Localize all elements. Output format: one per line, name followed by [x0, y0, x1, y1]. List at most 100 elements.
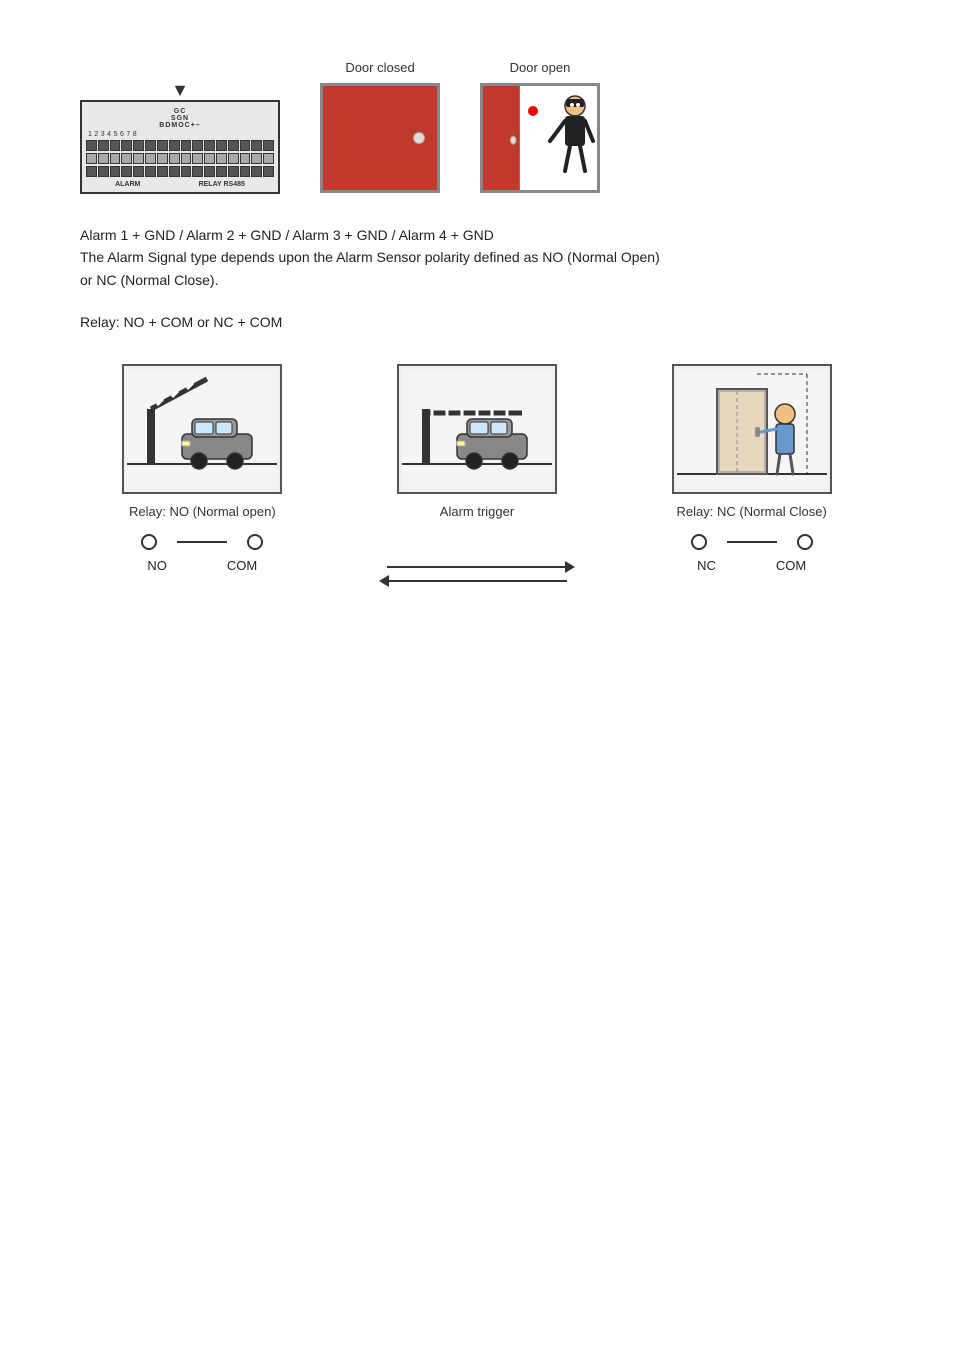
pin [86, 166, 97, 177]
pin [251, 140, 262, 151]
pin [263, 140, 274, 151]
pin [121, 166, 132, 177]
pin [181, 166, 192, 177]
pin [228, 153, 239, 164]
pin [204, 140, 215, 151]
board-numbers: 12345678 [86, 131, 274, 138]
connector-row-3 [86, 166, 274, 177]
relay-nc-circuit: NC COM [691, 534, 813, 573]
pin [86, 153, 97, 164]
board-arrow: ▼ [171, 80, 189, 101]
pin [145, 140, 156, 151]
board-bottom-labels: ALARM RELAY RS485 [86, 181, 274, 188]
diagram-alarm-trigger: Alarm trigger [355, 364, 600, 614]
diagrams-section: Relay: NO (Normal open) NO COM [80, 364, 874, 614]
circuit-labels-nc: NC COM [697, 558, 806, 573]
pin [169, 153, 180, 164]
arrow-diagram [387, 534, 567, 614]
door-closed-label: Door closed [345, 60, 414, 75]
alarm-line1: Alarm 1 + GND / Alarm 2 + GND / Alarm 3 … [80, 224, 874, 246]
circuit-line-nc [691, 534, 813, 550]
nc-label: NC [697, 558, 716, 573]
arrow-right-line [387, 566, 567, 568]
pin [216, 153, 227, 164]
person-door-icon [677, 369, 827, 489]
relay-text-section: Relay: NO + COM or NC + COM [80, 311, 874, 333]
pin [121, 140, 132, 151]
pin [133, 153, 144, 164]
pin [110, 140, 121, 151]
board-connectors [86, 140, 274, 177]
arrow-left-container [387, 580, 567, 582]
pin [204, 153, 215, 164]
pin [181, 153, 192, 164]
board-labels-top: GCSGNBDMOC+– [86, 108, 274, 129]
wire-nc [727, 541, 777, 543]
pin [169, 140, 180, 151]
pin [192, 153, 203, 164]
top-section: ▼ GCSGNBDMOC+– 12345678 [80, 60, 874, 194]
alarm-line3: or NC (Normal Close). [80, 269, 874, 291]
pin [263, 166, 274, 177]
node-com-no [247, 534, 263, 550]
pin [192, 166, 203, 177]
no-label: NO [147, 558, 167, 573]
arrow-left-line [387, 580, 567, 582]
pin [240, 140, 251, 151]
door-open-panel [483, 83, 520, 193]
connector-row-1 [86, 140, 274, 151]
door-knob [413, 132, 425, 144]
pin [192, 140, 203, 151]
pin [228, 166, 239, 177]
door-section: Door closed Door open [320, 60, 600, 193]
pin [98, 166, 109, 177]
pin [251, 166, 262, 177]
pin [216, 166, 227, 177]
diagram-relay-nc: Relay: NC (Normal Close) NC COM [629, 364, 874, 573]
pin [98, 153, 109, 164]
arrow-right-container [387, 566, 567, 568]
door-open-label: Door open [510, 60, 571, 75]
com-label-nc: COM [776, 558, 806, 573]
pin [263, 153, 274, 164]
relay-no-caption: Relay: NO (Normal open) [129, 504, 276, 519]
pin [133, 140, 144, 151]
pin [110, 153, 121, 164]
node-nc [691, 534, 707, 550]
circuit-labels-no: NO COM [147, 558, 257, 573]
controller-board: ▼ GCSGNBDMOC+– 12345678 [80, 100, 280, 194]
door-closed-item: Door closed [320, 60, 440, 193]
alarm-label: ALARM [115, 181, 140, 188]
burglar-icon [525, 91, 595, 191]
pin [204, 166, 215, 177]
circuit-line-no [141, 534, 263, 550]
pin [181, 140, 192, 151]
car-barrier-closed-icon [402, 369, 552, 489]
node-com-nc [797, 534, 813, 550]
pin [157, 153, 168, 164]
pin [157, 140, 168, 151]
relay-nc-caption: Relay: NC (Normal Close) [677, 504, 827, 519]
com-label-no: COM [227, 558, 257, 573]
door-knob-open [510, 136, 516, 145]
door-open-item: Door open [480, 60, 600, 193]
node-no [141, 534, 157, 550]
pin [98, 140, 109, 151]
pin [169, 166, 180, 177]
arrow-right-head [565, 561, 575, 573]
pin [228, 140, 239, 151]
alarm-line2: The Alarm Signal type depends upon the A… [80, 246, 874, 268]
connector-row-2 [86, 153, 274, 164]
door-closed-frame [320, 83, 440, 193]
car-barrier-open-icon [127, 369, 277, 489]
door-open-frame [480, 83, 600, 193]
pin [157, 166, 168, 177]
alarm-trigger-illustration [397, 364, 557, 494]
pin [86, 140, 97, 151]
relay-nc-illustration [672, 364, 832, 494]
pin [133, 166, 144, 177]
relay-text: Relay: NO + COM or NC + COM [80, 311, 874, 333]
pin [251, 153, 262, 164]
pin [121, 153, 132, 164]
relay-no-illustration [122, 364, 282, 494]
